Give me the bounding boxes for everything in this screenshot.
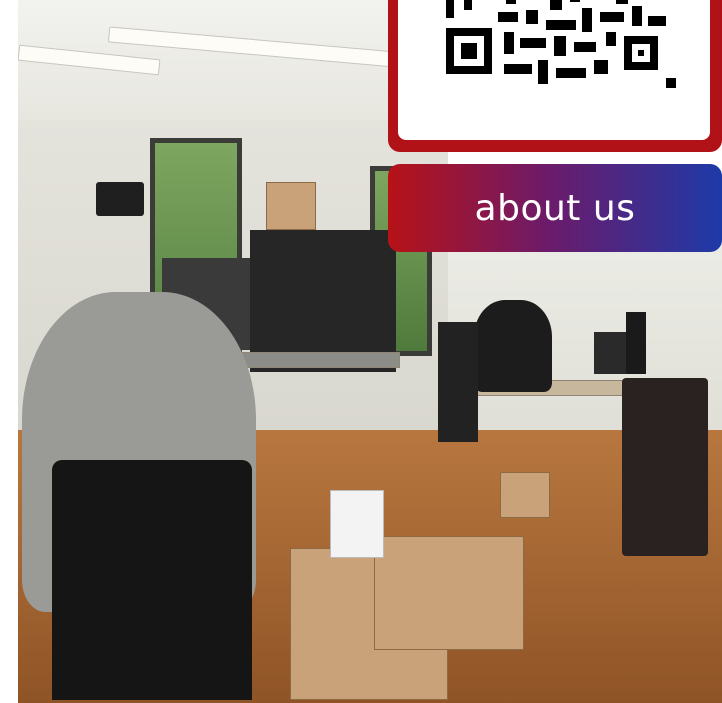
about-us-label: about us (474, 187, 636, 229)
qr-code[interactable] (434, 0, 678, 92)
monitor (626, 312, 646, 374)
cardboard-box (500, 472, 550, 518)
white-bucket (330, 490, 384, 558)
cardboard-box (266, 182, 316, 230)
qr-code-panel (398, 0, 710, 140)
about-us-button[interactable]: about us (388, 164, 722, 252)
open-cardboard-box (374, 536, 524, 650)
person-seated-right (474, 300, 552, 392)
wall-mounted-device (96, 182, 144, 216)
dining-chair (622, 378, 708, 556)
mesh-office-chair (52, 460, 252, 700)
black-enclosure (250, 230, 396, 372)
qr-code-graphic (434, 0, 678, 92)
office-chair (438, 322, 478, 442)
qr-code-card (388, 0, 722, 152)
